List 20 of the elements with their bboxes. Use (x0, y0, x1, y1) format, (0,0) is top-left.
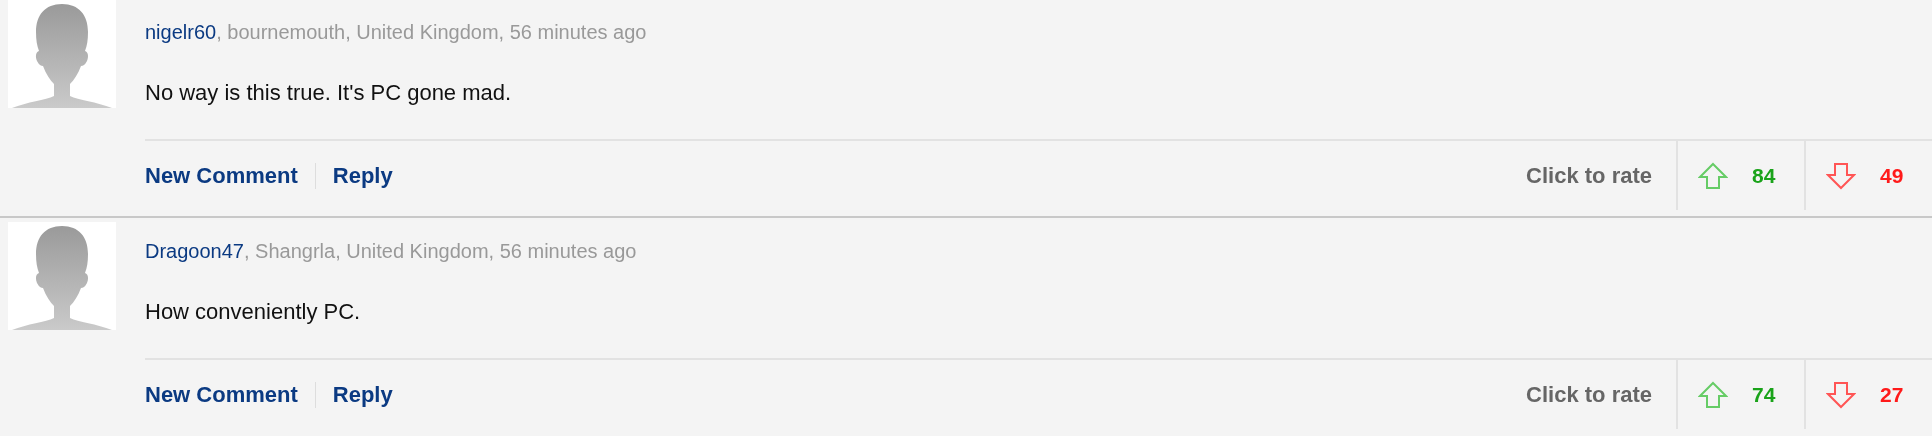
reply-link[interactable]: Reply (332, 381, 393, 408)
reply-link[interactable]: Reply (332, 162, 393, 189)
down-arrow-icon[interactable] (1826, 161, 1856, 190)
down-vote-count: 49 (1880, 163, 1904, 188)
up-vote-count: 74 (1752, 382, 1776, 407)
comment-text: How conveniently PC. (145, 299, 362, 325)
down-arrow-icon[interactable] (1826, 380, 1856, 409)
avatar-icon (8, 0, 116, 108)
up-vote-count: 84 (1752, 163, 1776, 188)
comment-text: No way is this true. It's PC gone mad. (145, 80, 513, 106)
author-link[interactable]: nigelr60 (145, 21, 217, 43)
author-link[interactable]: Dragoon47 (145, 240, 244, 262)
new-comment-link[interactable]: New Comment (145, 162, 298, 189)
avatar-icon (8, 222, 116, 330)
down-vote-count: 27 (1880, 382, 1904, 407)
comment-meta: , bournemouth, United Kingdom, 56 minutes ago (216, 21, 647, 43)
rate-label: Click to rate (1526, 161, 1653, 190)
new-comment-link[interactable]: New Comment (145, 381, 298, 408)
rate-label: Click to rate (1526, 380, 1653, 409)
comment-meta: , Shangrla, United Kingdom, 56 minutes ago (243, 240, 637, 262)
